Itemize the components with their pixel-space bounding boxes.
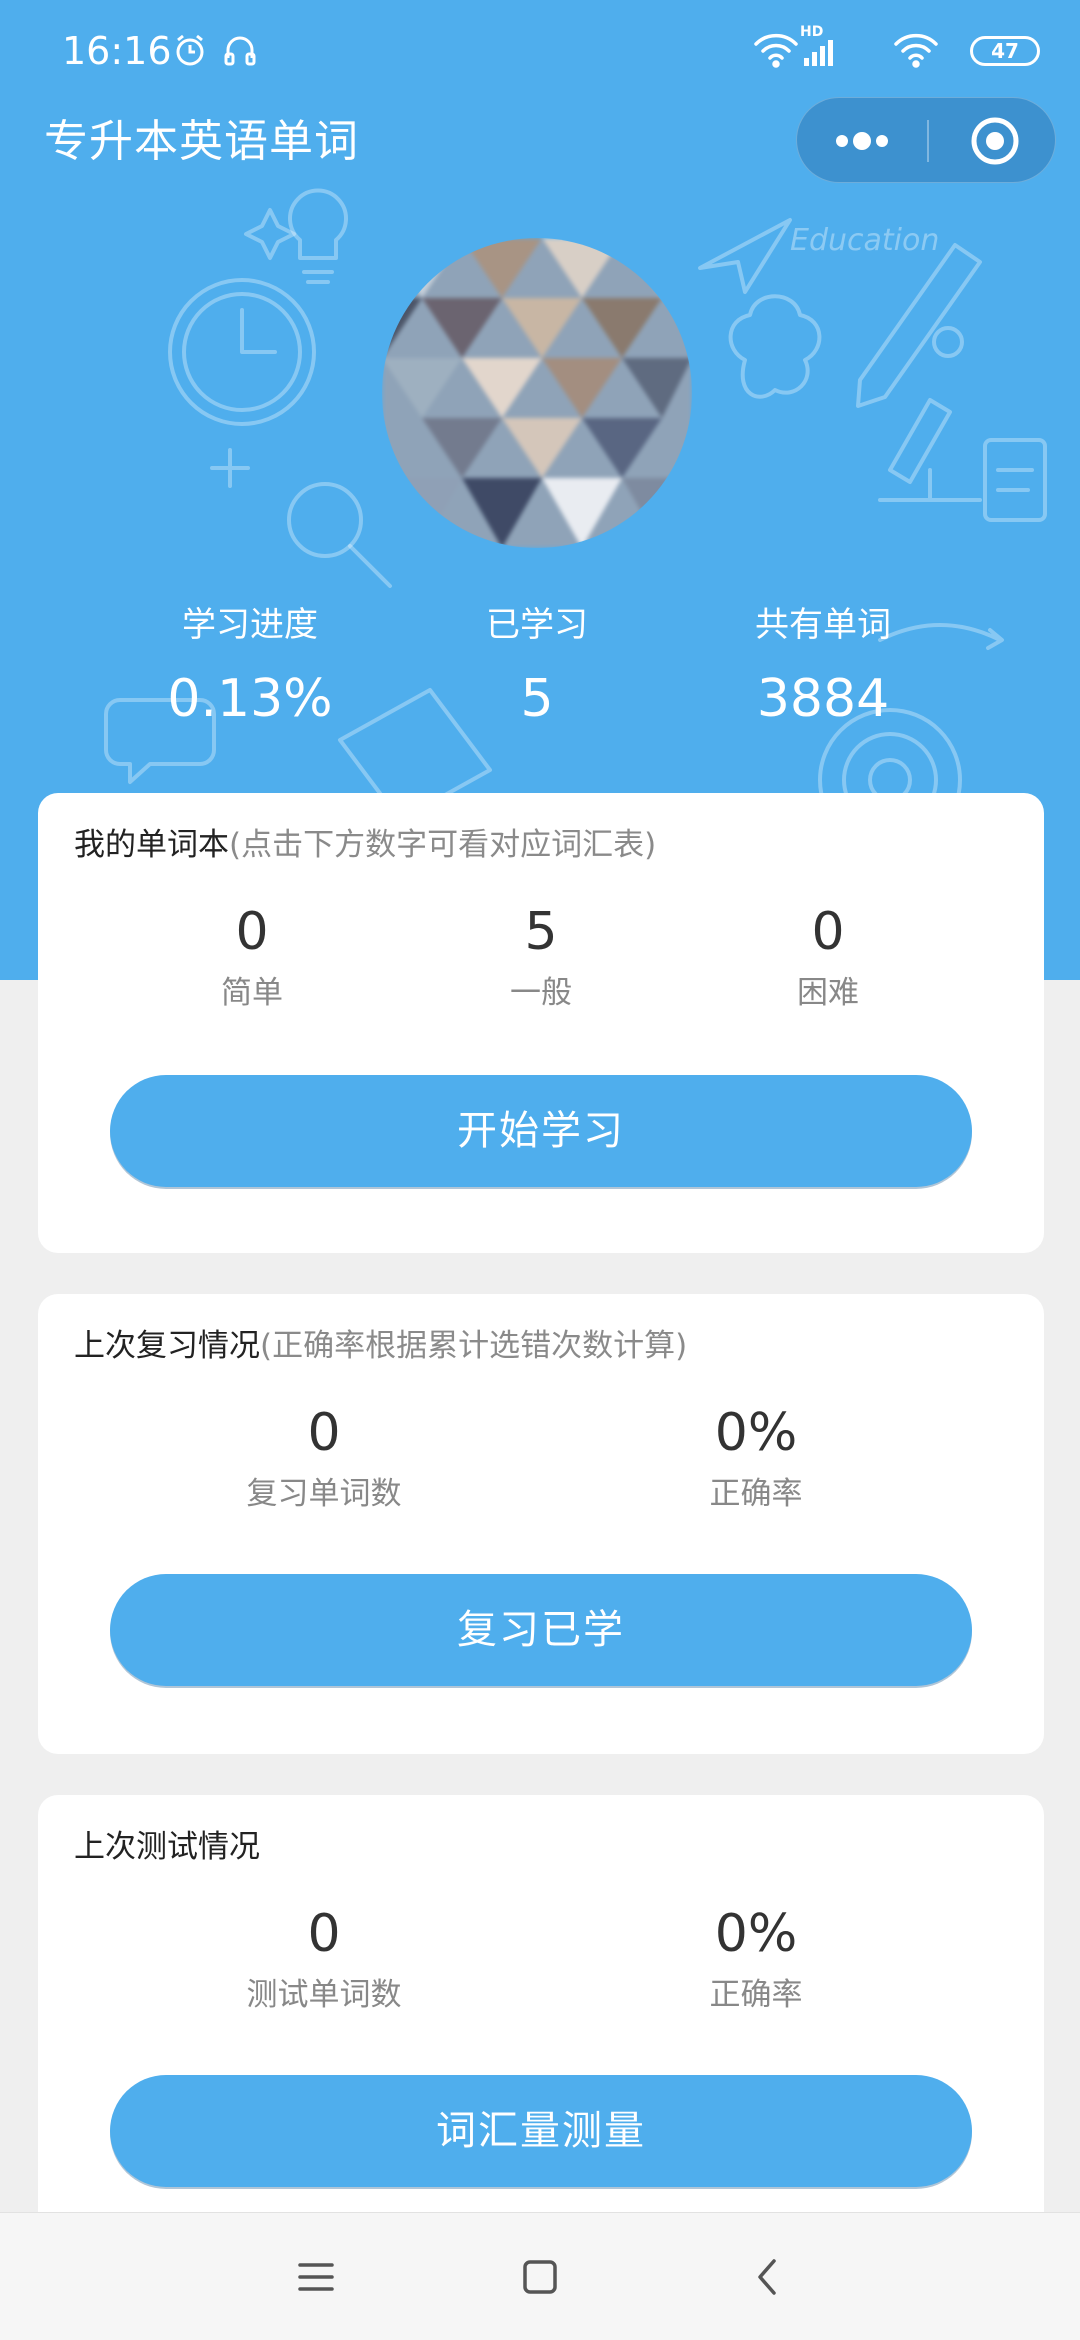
metric-label: 一般 <box>510 975 572 1011</box>
stat-progress: 学习进度 0.13% <box>100 600 400 734</box>
metric-label: 困难 <box>797 975 859 1011</box>
svg-text:Education: Education <box>790 223 939 258</box>
metric-label: 测试单词数 <box>246 1977 402 2013</box>
user-avatar[interactable] <box>382 238 692 548</box>
stat-value: 3884 <box>756 669 890 729</box>
stat-total-words: 共有单词 3884 <box>673 600 973 734</box>
test-word-count: 0 测试单词数 <box>164 1901 484 2017</box>
metric-label: 复习单词数 <box>246 1476 402 1512</box>
vocabulary-test-button[interactable]: 词汇量测量 <box>110 2075 972 2187</box>
system-navigation-bar <box>0 2212 1080 2340</box>
metric-value: 0 <box>307 1403 341 1463</box>
metric-value[interactable]: 0 <box>668 899 988 965</box>
start-learning-button[interactable]: 开始学习 <box>110 1075 972 1187</box>
test-accuracy: 0% 正确率 <box>596 1901 916 2017</box>
wordbook-normal[interactable]: 5 一般 <box>381 899 701 1015</box>
review-word-count: 0 复习单词数 <box>164 1400 484 1516</box>
card-title-text: 上次复习情况 <box>74 1328 260 1364</box>
review-accuracy: 0% 正确率 <box>596 1400 916 1516</box>
card-title-text: 我的单词本 <box>74 827 229 863</box>
stat-label: 共有单词 <box>755 605 891 645</box>
stat-value: 5 <box>520 669 554 729</box>
review-learned-button[interactable]: 复习已学 <box>110 1574 972 1686</box>
headphones-icon <box>224 36 256 66</box>
status-bar: 16:16 HD 47 <box>0 0 1080 100</box>
wordbook-card: 我的单词本(点击下方数字可看对应词汇表) 0 简单 5 一般 0 困难 开始学习 <box>38 793 1044 1253</box>
avatar-image <box>382 238 692 548</box>
wordbook-easy[interactable]: 0 简单 <box>92 899 412 1015</box>
metric-value: 0 <box>307 1904 341 1964</box>
battery-indicator: 47 <box>970 36 1040 66</box>
education-doodle-text: Education <box>790 223 939 258</box>
wordbook-hard[interactable]: 0 困难 <box>668 899 988 1015</box>
stat-label: 已学习 <box>486 605 588 645</box>
metric-value: 0% <box>714 1403 798 1463</box>
stat-value: 0.13% <box>167 669 333 729</box>
app-screen: Education 16:16 HD 47 专升本英语单词 学习进度 0.13%… <box>0 0 1080 2340</box>
status-time: 16:16 <box>62 29 172 73</box>
alarm-clock-icon <box>176 34 204 66</box>
cellular-signal-icon: HD <box>800 24 840 70</box>
metric-value: 0% <box>714 1904 798 1964</box>
metric-value[interactable]: 5 <box>381 899 701 965</box>
stat-learned: 已学习 5 <box>387 600 687 734</box>
test-card: 上次测试情况 0 测试单词数 0% 正确率 词汇量测量 <box>38 1795 1044 2255</box>
card-title: 上次测试情况 <box>74 1825 260 1869</box>
home-square-icon[interactable] <box>510 2253 570 2301</box>
metric-value[interactable]: 0 <box>92 899 412 965</box>
card-title: 上次复习情况(正确率根据累计选错次数计算) <box>74 1324 687 1368</box>
menu-icon[interactable] <box>286 2253 346 2301</box>
metric-label: 正确率 <box>709 1977 803 2013</box>
card-title-hint: (点击下方数字可看对应词汇表) <box>229 827 657 863</box>
card-title-hint: (正确率根据累计选错次数计算) <box>260 1328 688 1364</box>
card-title: 我的单词本(点击下方数字可看对应词汇表) <box>74 823 656 867</box>
metric-label: 简单 <box>221 975 283 1011</box>
target-close-icon <box>971 117 1019 165</box>
metric-label: 正确率 <box>709 1476 803 1512</box>
card-title-text: 上次测试情况 <box>74 1829 260 1865</box>
page-title: 专升本英语单词 <box>44 116 359 167</box>
close-miniprogram-button[interactable] <box>929 98 1057 184</box>
stat-label: 学习进度 <box>182 605 318 645</box>
miniprogram-capsule <box>796 97 1056 183</box>
more-dots-icon <box>836 132 888 150</box>
back-chevron-icon[interactable] <box>738 2253 798 2301</box>
wifi-icon <box>754 33 798 68</box>
review-card: 上次复习情况(正确率根据累计选错次数计算) 0 复习单词数 0% 正确率 复习已… <box>38 1294 1044 1754</box>
wifi-icon <box>894 33 938 68</box>
more-menu-button[interactable] <box>797 98 927 184</box>
